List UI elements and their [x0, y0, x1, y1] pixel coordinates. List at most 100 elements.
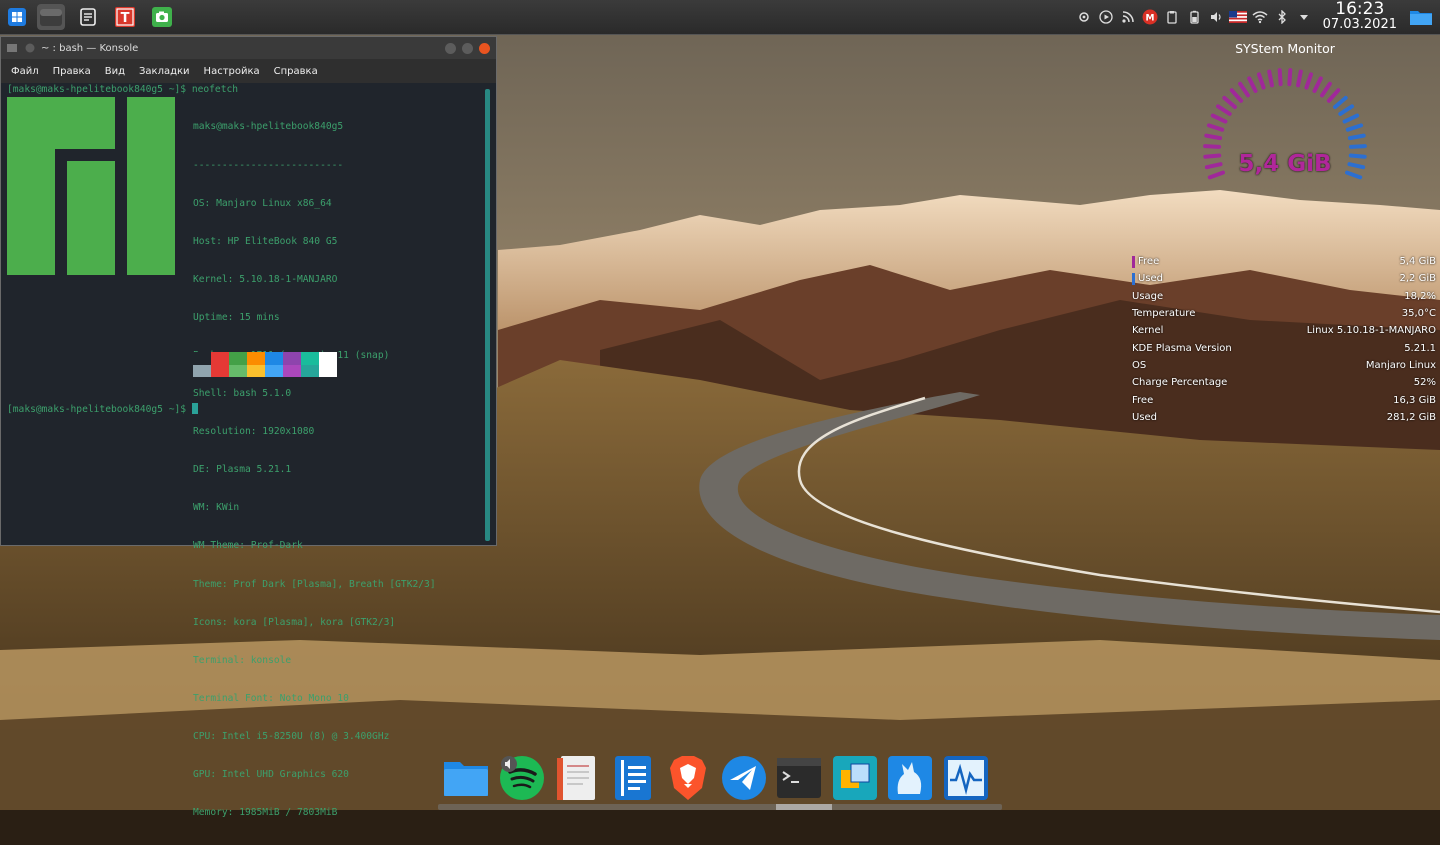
stat-row: Kernel Linux 5.10.18-1-MANJARO: [1132, 322, 1436, 339]
brave-browser-icon: [670, 756, 706, 800]
text-cursor: [191, 403, 198, 414]
info-line: Host: HP EliteBook 840 G5: [193, 235, 338, 247]
dock-app-text-editor[interactable]: [608, 753, 658, 803]
stat-label: Used: [1138, 273, 1164, 285]
color-swatch: [193, 364, 211, 377]
dock-app-spotify[interactable]: [497, 753, 547, 803]
stat-label: Free: [1138, 256, 1160, 268]
terminal-scrollbar[interactable]: [485, 89, 490, 541]
info-line: Memory: 1985MiB / 7803MiB: [193, 807, 338, 819]
color-swatch: [265, 352, 283, 365]
menu-bookmarks[interactable]: Закладки: [139, 66, 190, 77]
dock-scroll-indicator: [776, 804, 832, 810]
stat-row: Used 2,2 GiB: [1132, 270, 1436, 287]
menu-bar: Файл Правка Вид Закладки Настройка Справ…: [1, 59, 496, 83]
taskbar-item-typora[interactable]: T: [111, 4, 139, 30]
konsole-app-icon: [7, 44, 17, 52]
stat-value: 5,4 GiB: [1399, 256, 1436, 268]
stat-row: Temperature 35,0°C: [1132, 305, 1436, 322]
kde-connect-icon[interactable]: [1074, 7, 1094, 27]
dock-app-document-viewer[interactable]: [552, 753, 602, 803]
color-swatch: [319, 352, 337, 365]
battery-icon[interactable]: [1184, 7, 1204, 27]
stat-value: 2,2 GiB: [1399, 273, 1436, 285]
stat-row: Usage 18,2%: [1132, 288, 1436, 305]
stat-row: Free 16,3 GiB: [1132, 391, 1436, 408]
menu-settings[interactable]: Настройка: [204, 66, 260, 77]
dock-app-gimp[interactable]: [885, 753, 935, 803]
gauge-tick: [1206, 123, 1225, 132]
info-line: GPU: Intel UHD Graphics 620: [193, 769, 349, 780]
application-launcher[interactable]: [6, 6, 28, 28]
color-swatch: [283, 364, 301, 377]
stat-label: Temperature: [1132, 308, 1196, 320]
media-player-icon[interactable]: [1096, 7, 1116, 27]
stat-value: 35,0°C: [1401, 308, 1436, 320]
stat-value: Linux 5.10.18-1-MANJARO: [1306, 325, 1436, 337]
stat-value: 52%: [1413, 377, 1436, 389]
maximize-button[interactable]: [462, 42, 473, 54]
taskbar-item-overview[interactable]: [37, 4, 65, 30]
gimp-icon: [888, 756, 932, 800]
window-title: ~ : bash — Konsole: [41, 42, 139, 54]
dock-app-brave[interactable]: [663, 753, 713, 803]
info-line: Resolution: 1920x1080: [193, 426, 315, 438]
wifi-icon[interactable]: [1250, 7, 1270, 27]
window-titlebar[interactable]: ~ : bash — Konsole: [1, 37, 496, 59]
clock-date: 07.03.2021: [1322, 17, 1397, 32]
system-monitor-widget[interactable]: SYStem Monitor 5,4 GiB: [1195, 38, 1375, 198]
rss-icon[interactable]: [1118, 7, 1138, 27]
menu-view[interactable]: Вид: [105, 66, 125, 77]
stat-value: 18,2%: [1404, 290, 1436, 302]
info-line: --------------------------: [193, 159, 344, 171]
gauge-tick: [1296, 69, 1303, 88]
stat-label: Used: [1132, 411, 1158, 423]
gauge-tick: [1326, 88, 1341, 103]
gmail-icon[interactable]: M: [1140, 7, 1160, 27]
digital-clock[interactable]: 16:23 07.03.2021: [1323, 1, 1397, 33]
stat-label: OS: [1132, 359, 1147, 371]
bluetooth-icon[interactable]: [1272, 7, 1292, 27]
us-flag-icon[interactable]: [1228, 7, 1248, 27]
svg-text:M: M: [1145, 14, 1154, 24]
color-swatch: [301, 352, 319, 365]
stat-row: OS Manjaro Linux: [1132, 357, 1436, 374]
terminal-icon: [777, 758, 821, 798]
minimize-button[interactable]: [445, 42, 456, 54]
gauge-tick: [1338, 104, 1355, 116]
info-line: Shell: bash 5.1.0: [193, 388, 292, 400]
show-desktop-button[interactable]: [1408, 7, 1434, 27]
clipboard-icon[interactable]: [1162, 7, 1182, 27]
menu-file[interactable]: Файл: [11, 66, 39, 77]
taskbar-item-screenshot[interactable]: [148, 4, 176, 30]
menu-help[interactable]: Справка: [274, 66, 318, 77]
color-swatch: [229, 352, 247, 365]
volume-icon[interactable]: [1206, 7, 1226, 27]
color-swatch: [211, 352, 229, 365]
pin-icon[interactable]: [25, 43, 35, 53]
dock-app-system-monitor[interactable]: [941, 753, 991, 803]
stat-label: Charge Percentage: [1132, 377, 1228, 389]
expand-arrow-icon[interactable]: [1294, 7, 1314, 27]
terminal-area[interactable]: [maks@maks-hpelitebook840g5 ~]$ neofetch…: [5, 84, 481, 818]
close-button[interactable]: [479, 42, 490, 54]
system-stats-list: Free 5,4 GiB Used 2,2 GiB Usage 18,2% Tempe…: [1132, 253, 1436, 426]
gauge-tick: [1257, 72, 1266, 90]
manjaro-logo: [7, 97, 175, 275]
dock-app-file-manager[interactable]: [441, 753, 491, 803]
gauge-tick: [1267, 69, 1274, 88]
file-manager-icon: [444, 762, 488, 796]
dock-scroll-bar[interactable]: [438, 804, 1002, 810]
info-line: Theme: Prof Dark [Plasma], Breath [GTK2/…: [193, 578, 436, 590]
terminal-prompt: [maks@maks-hpelitebook840g5 ~]$: [7, 403, 198, 417]
dock-app-virtualbox[interactable]: [830, 753, 880, 803]
stat-row: KDE Plasma Version 5.21.1: [1132, 339, 1436, 356]
dock-app-terminal[interactable]: [774, 753, 824, 803]
menu-edit[interactable]: Правка: [53, 66, 91, 77]
stat-label: Free: [1132, 394, 1154, 406]
taskbar-item-notes[interactable]: [74, 4, 102, 30]
dock-app-kotatogram[interactable]: [719, 753, 769, 803]
info-line: Uptime: 15 mins: [193, 311, 280, 323]
konsole-window[interactable]: ~ : bash — Konsole Файл Правка Вид Закла…: [0, 36, 497, 818]
svg-text:T: T: [121, 11, 130, 26]
